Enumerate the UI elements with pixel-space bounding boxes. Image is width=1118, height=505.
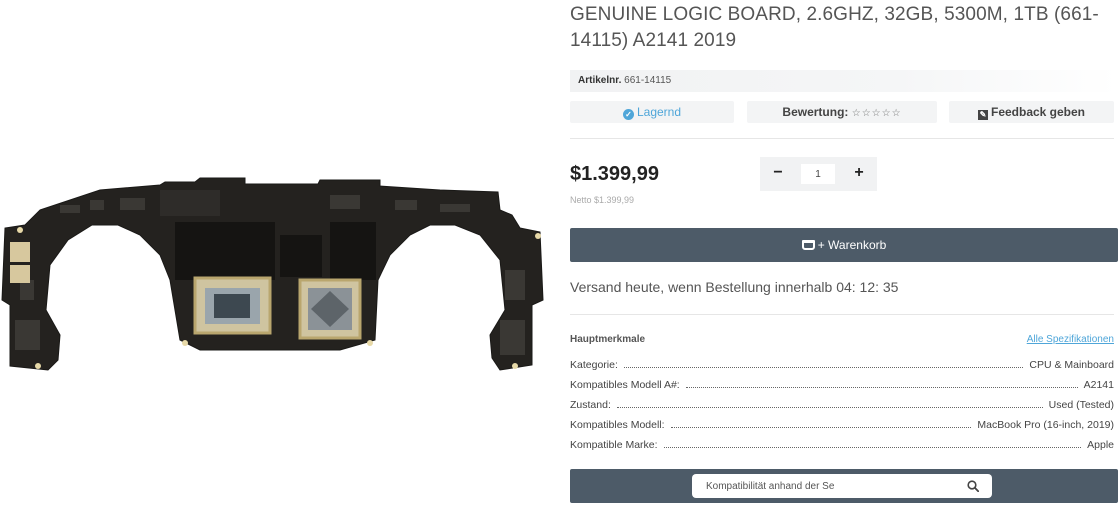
spec-row: Kategorie: CPU & Mainboard xyxy=(570,357,1114,371)
spec-row: Kompatibles Modell A#: A2141 xyxy=(570,377,1114,391)
net-price: Netto $1.399,99 xyxy=(570,195,635,205)
article-number: Artikelnr. 661-14115 xyxy=(570,70,1118,92)
shipping-info: Versand heute, wenn Bestellung innerhalb… xyxy=(570,279,899,295)
spec-key: Kompatibles Modell A#: xyxy=(570,379,680,391)
basket-icon xyxy=(801,240,815,250)
spec-value: MacBook Pro (16-inch, 2019) xyxy=(977,419,1114,431)
spec-row: Zustand: Used (Tested) xyxy=(570,397,1114,411)
stock-label: Lagernd xyxy=(636,105,682,119)
decrease-quantity-button[interactable]: − xyxy=(760,157,796,191)
increase-quantity-button[interactable]: + xyxy=(841,157,877,191)
specs-heading: Hauptmerkmale xyxy=(570,334,646,345)
compatibility-search-input[interactable] xyxy=(692,474,992,498)
article-number-value: 661-14115 xyxy=(624,75,672,86)
spec-value: Used (Tested) xyxy=(1048,399,1114,411)
dot-leader xyxy=(616,407,1043,408)
spec-value: A2141 xyxy=(1083,379,1114,391)
article-number-label: Artikelnr. xyxy=(578,75,622,86)
add-to-cart-button[interactable]: + Warenkorb xyxy=(570,228,1118,262)
spec-key: Kompatibles Modell: xyxy=(570,419,665,431)
compatibility-search-bar xyxy=(570,469,1118,503)
rating-label: Bewertung: xyxy=(782,105,849,119)
rating[interactable]: Bewertung: ☆☆☆☆☆ xyxy=(747,101,937,123)
spec-row: Kompatibles Modell: MacBook Pro (16-inch,… xyxy=(570,417,1114,431)
star-rating-icon: ☆☆☆☆☆ xyxy=(851,108,902,119)
add-to-cart-label: + Warenkorb xyxy=(817,238,887,252)
edit-icon: ✎ xyxy=(977,110,988,120)
feedback-label: Feedback geben xyxy=(990,105,1086,119)
divider xyxy=(570,138,1114,139)
quantity-stepper: − + xyxy=(760,157,877,191)
product-image xyxy=(1,177,544,371)
divider xyxy=(570,314,1114,315)
spec-key: Kategorie: xyxy=(570,359,618,371)
spec-value: CPU & Mainboard xyxy=(1029,359,1114,371)
status-chips: ✓ Lagernd Bewertung: ☆☆☆☆☆ ✎ Feedback gebe… xyxy=(570,101,1118,123)
dot-leader xyxy=(663,447,1082,448)
dot-leader xyxy=(670,427,972,428)
price: $1.399,99 xyxy=(570,163,659,185)
stock-status: ✓ Lagernd xyxy=(570,101,734,123)
search-icon[interactable] xyxy=(967,480,979,492)
product-info: GENUINE LOGIC BOARD, 2.6GHZ, 32GB, 5300M… xyxy=(570,0,1118,505)
spec-key: Zustand: xyxy=(570,399,611,411)
feedback-button[interactable]: ✎ Feedback geben xyxy=(949,101,1114,123)
spec-value: Apple xyxy=(1087,439,1114,451)
dot-leader xyxy=(685,387,1078,388)
spec-key: Kompatible Marke: xyxy=(570,439,658,451)
dot-leader xyxy=(623,367,1024,368)
quantity-input[interactable] xyxy=(801,164,835,184)
product-title: GENUINE LOGIC BOARD, 2.6GHZ, 32GB, 5300M… xyxy=(570,4,1099,51)
check-circle-icon: ✓ xyxy=(622,109,634,120)
spec-row: Kompatible Marke: Apple xyxy=(570,437,1114,451)
all-specs-link[interactable]: Alle Spezifikationen xyxy=(1027,334,1114,345)
